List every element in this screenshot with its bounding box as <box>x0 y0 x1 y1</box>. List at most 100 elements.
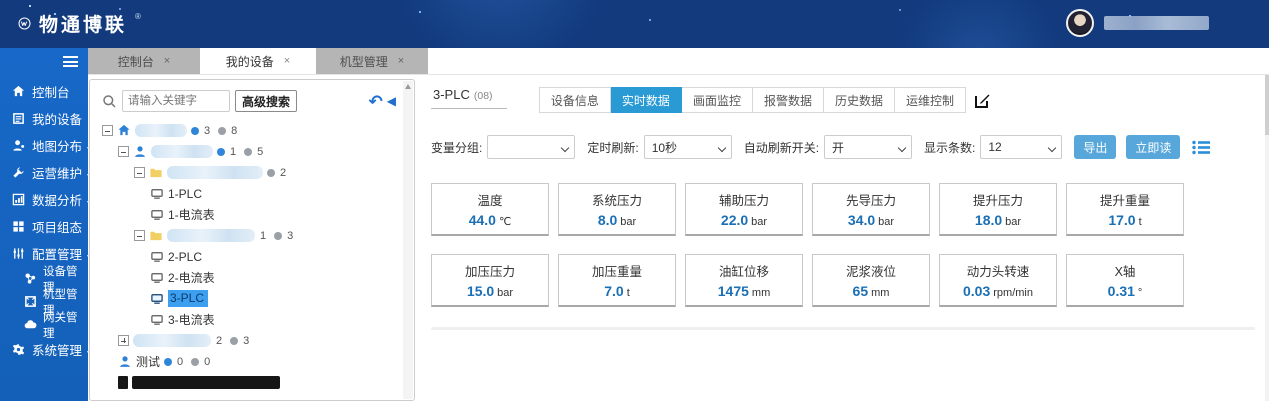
devices-icon <box>13 113 24 124</box>
offline-dot <box>218 126 227 135</box>
tab-model-mgmt[interactable]: 机型管理 × <box>316 48 428 74</box>
redacted-icon <box>118 376 128 389</box>
scroll-up-icon[interactable] <box>405 84 411 89</box>
window-tab-bar: 控制台 × 我的设备 × 机型管理 × <box>88 48 1269 75</box>
close-icon[interactable]: × <box>284 55 290 67</box>
tree-node-device-selected[interactable]: 3-PLC <box>102 288 396 309</box>
read-now-button[interactable]: 立即读 <box>1126 135 1181 159</box>
tree-node-device[interactable]: 1-PLC <box>102 183 396 204</box>
redacted-label <box>135 124 187 137</box>
sidebar-item-map[interactable]: 地图分布 <box>0 132 92 159</box>
folder-icon <box>150 231 162 241</box>
redacted-label <box>133 334 211 347</box>
undo-icon[interactable]: ↶ <box>369 93 383 110</box>
sliders-icon <box>13 248 24 259</box>
row-count-label: 显示条数: <box>924 140 976 155</box>
data-card[interactable]: 先导压力 34.0 bar <box>812 183 930 236</box>
sidebar-item-console[interactable]: 控制台 <box>0 78 88 105</box>
wrench-icon <box>13 167 24 178</box>
tab-device-info[interactable]: 设备信息 <box>538 87 611 113</box>
tree-node-folder[interactable]: 1 3 <box>102 225 396 246</box>
collapse-node-icon[interactable] <box>134 167 145 178</box>
device-icon <box>151 294 163 304</box>
logo-icon <box>18 17 31 30</box>
section-divider <box>431 327 1255 330</box>
data-card[interactable]: 提升压力 18.0 bar <box>939 183 1057 236</box>
group-filter-label: 变量分组: <box>431 140 483 155</box>
avatar[interactable] <box>1066 9 1094 37</box>
tab-alarm-data[interactable]: 报警数据 <box>752 87 824 113</box>
tree-node-device[interactable]: 1-电流表 <box>102 204 396 225</box>
sidebar-item-project[interactable]: 项目组态 <box>0 213 88 240</box>
collapse-node-icon[interactable] <box>118 146 129 157</box>
tab-history-data[interactable]: 历史数据 <box>823 87 895 113</box>
folder-icon <box>150 168 162 178</box>
group-select[interactable] <box>487 135 576 159</box>
gear-icon <box>12 344 25 355</box>
page-scrollbar[interactable] <box>1265 75 1269 401</box>
grid-icon <box>13 221 24 232</box>
edit-icon[interactable] <box>974 92 991 109</box>
tab-ops-control[interactable]: 运维控制 <box>894 87 966 113</box>
expand-node-icon[interactable] <box>118 335 129 346</box>
collapse-node-icon[interactable] <box>102 125 113 136</box>
data-card[interactable]: X轴 0.31 ° <box>1066 254 1184 307</box>
advanced-search-button[interactable]: 高级搜索 <box>235 90 298 112</box>
user-menu[interactable] <box>1066 9 1209 37</box>
redacted-label <box>167 229 255 242</box>
menu-toggle-icon[interactable] <box>63 56 78 67</box>
device-tree-panel: 高级搜索 ↶ ◀ 3 8 <box>89 79 415 401</box>
filter-toolbar: 变量分组: 定时刷新: 10秒 自动刷新开关: 开 显示条数: 12 导出 立即… <box>431 135 1261 159</box>
tree-node-device[interactable]: 3-电流表 <box>102 309 396 330</box>
tree-node-group[interactable]: 测试 0 0 <box>102 351 396 372</box>
data-card[interactable]: 泥浆液位 65 mm <box>812 254 930 307</box>
tree-search-input[interactable] <box>122 90 230 112</box>
tree-scrollbar[interactable] <box>403 81 413 399</box>
box-icon <box>25 296 36 307</box>
data-card[interactable]: 温度 44.0 ℃ <box>431 183 549 236</box>
tree-node-folder[interactable]: 2 <box>102 162 396 183</box>
tab-my-devices[interactable]: 我的设备 × <box>202 48 314 74</box>
tree-node-group[interactable]: 1 5 <box>102 141 396 162</box>
device-detail-panel: 3-PLC(08) 设备信息 实时数据 画面监控 报警数据 历史数据 运维控制 <box>421 75 1269 401</box>
row-count-select[interactable]: 12 <box>980 135 1063 159</box>
tree-node-group[interactable]: 2 3 <box>102 330 396 351</box>
tab-screen-monitor[interactable]: 画面监控 <box>681 87 753 113</box>
data-card[interactable]: 系统压力 8.0 bar <box>558 183 676 236</box>
data-card[interactable]: 动力头转速 0.03 rpm/min <box>939 254 1057 307</box>
data-card[interactable]: 加压压力 15.0 bar <box>431 254 549 307</box>
redacted-label <box>151 145 213 158</box>
device-icon <box>151 315 163 325</box>
data-card[interactable]: 加压重量 7.0 t <box>558 254 676 307</box>
user-icon <box>135 146 145 157</box>
tab-realtime-data[interactable]: 实时数据 <box>610 87 682 113</box>
data-card[interactable]: 辅助压力 22.0 bar <box>685 183 803 236</box>
sidebar-item-gateway-mgmt[interactable]: 网关管理 <box>0 312 88 340</box>
username-redacted <box>1104 16 1209 30</box>
tree-node-device[interactable]: 2-PLC <box>102 246 396 267</box>
refresh-select[interactable]: 10秒 <box>643 135 732 159</box>
data-card[interactable]: 油缸位移 1475 mm <box>685 254 803 307</box>
data-card[interactable]: 提升重量 17.0 t <box>1066 183 1184 236</box>
search-icon <box>103 94 116 108</box>
offline-dot <box>267 168 275 177</box>
close-icon[interactable]: × <box>398 55 404 67</box>
tree-node-redacted[interactable] <box>102 372 396 393</box>
tab-console[interactable]: 控制台 × <box>88 48 200 74</box>
sidebar-item-my-devices[interactable]: 我的设备 <box>0 105 88 132</box>
list-view-icon[interactable] <box>1192 140 1211 155</box>
sidebar-item-operations[interactable]: 运营维护 <box>0 159 92 186</box>
sidebar-item-analytics[interactable]: 数据分析 <box>0 186 92 213</box>
collapse-node-icon[interactable] <box>134 230 145 241</box>
collapse-panel-icon[interactable]: ◀ <box>387 95 396 107</box>
refresh-filter-label: 定时刷新: <box>587 140 639 155</box>
sidebar-item-system[interactable]: 系统管理 <box>0 336 92 363</box>
export-button[interactable]: 导出 <box>1074 135 1117 159</box>
tree-node-root[interactable]: 3 8 <box>102 120 396 141</box>
close-icon[interactable]: × <box>164 55 170 67</box>
auto-refresh-label: 自动刷新开关: <box>743 140 820 155</box>
cloud-icon <box>24 320 37 329</box>
map-user-icon <box>13 140 25 151</box>
tree-node-device[interactable]: 2-电流表 <box>102 267 396 288</box>
auto-refresh-select[interactable]: 开 <box>824 135 913 159</box>
